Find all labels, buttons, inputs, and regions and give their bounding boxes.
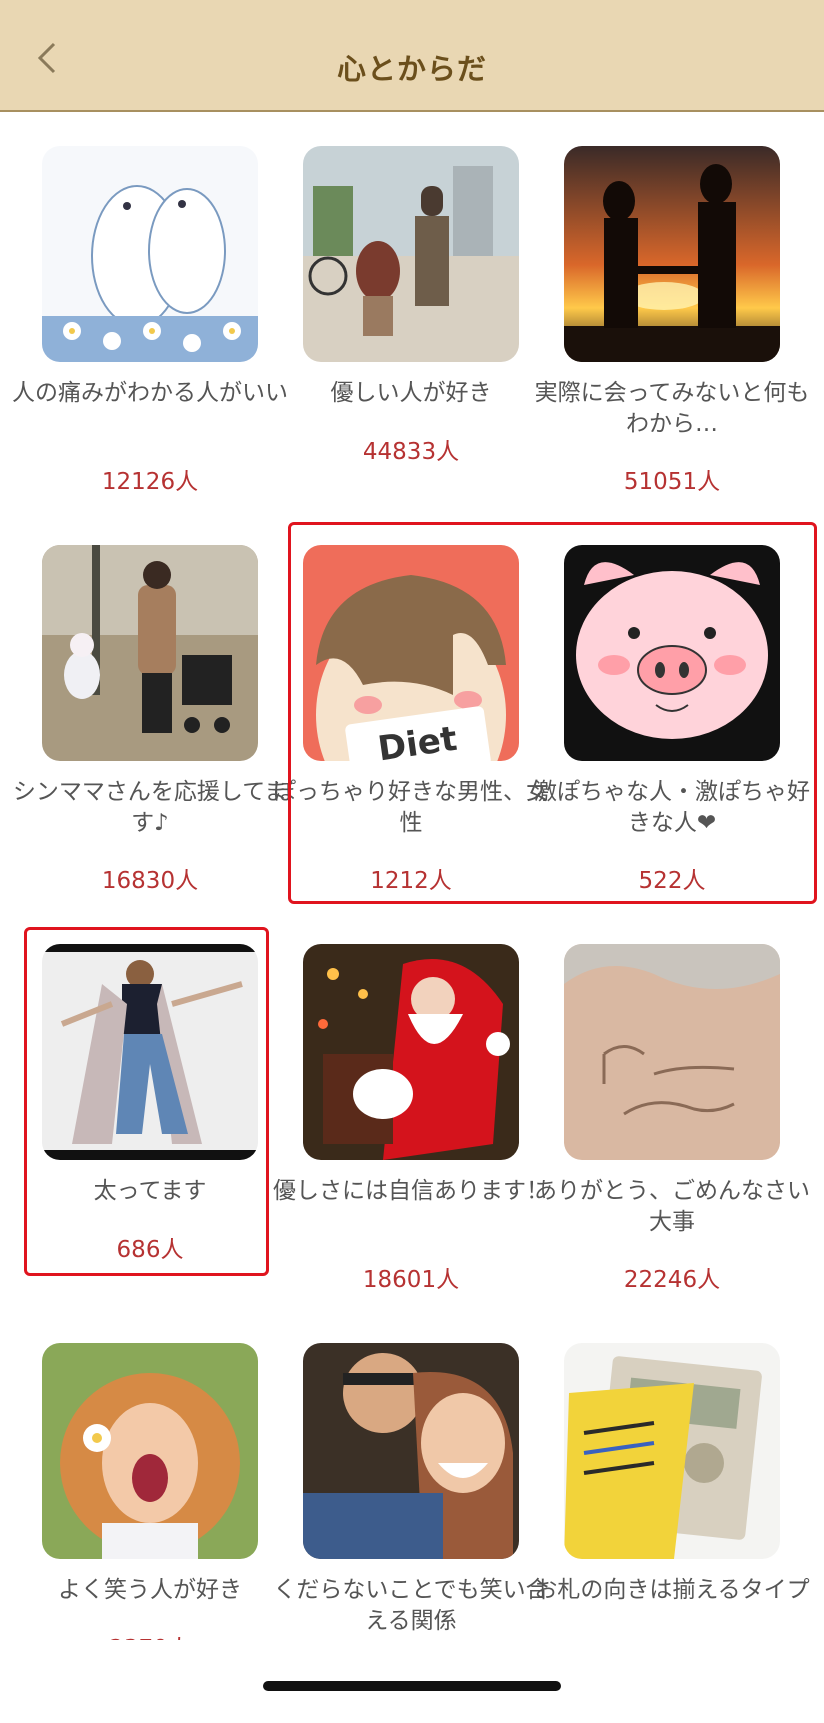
member-count: 12126人 bbox=[101, 469, 199, 495]
thumbnail-image bbox=[303, 944, 519, 1160]
community-name: ありがとう、ごめんなさい大事 bbox=[534, 1178, 810, 1235]
community-name: 優しさには自信あります！ bbox=[273, 1178, 549, 1204]
thumbnail-image bbox=[303, 1343, 519, 1559]
community-card[interactable]: シンママさんを応援してます♪ 16830人 bbox=[0, 545, 287, 925]
thumbnail-image bbox=[42, 146, 258, 362]
community-name: シンママさんを応援してます♪ bbox=[12, 779, 288, 836]
member-count: 18601人 bbox=[362, 1267, 460, 1293]
community-name: くだらないことでも笑い合える関係 bbox=[273, 1577, 549, 1634]
member-count: 44833人 bbox=[362, 439, 460, 465]
thumbnail-image bbox=[303, 146, 519, 362]
thumbnail-image bbox=[42, 1343, 258, 1559]
community-card[interactable]: ありがとう、ごめんなさい大事 22246人 bbox=[522, 944, 810, 1324]
thumbnail-image bbox=[564, 944, 780, 1160]
bottom-safe-area bbox=[0, 1640, 824, 1708]
community-card[interactable]: 人の痛みがわかる人がいい 12126人 bbox=[0, 146, 288, 526]
community-card[interactable]: 優しさには自信あります！ 18601人 bbox=[261, 944, 549, 1324]
community-name: 人の痛みがわかる人がいい bbox=[12, 380, 288, 406]
highlight-box bbox=[288, 522, 817, 904]
community-name: お札の向きは揃えるタイプ bbox=[534, 1577, 810, 1603]
highlight-box bbox=[24, 927, 269, 1276]
member-count: 22246人 bbox=[623, 1267, 721, 1293]
thumbnail-image bbox=[564, 1343, 780, 1559]
thumbnail-image bbox=[564, 146, 780, 362]
member-count: 16830人 bbox=[101, 868, 199, 894]
community-card[interactable]: 優しい人が好き 44833人 bbox=[261, 146, 521, 526]
community-card[interactable]: 実際に会ってみないと何もわから… 51051人 bbox=[522, 146, 809, 526]
community-name: よく笑う人が好き bbox=[58, 1577, 242, 1603]
home-indicator[interactable] bbox=[263, 1681, 561, 1691]
thumbnail-image bbox=[42, 545, 258, 761]
community-name: 実際に会ってみないと何もわから… bbox=[534, 380, 810, 437]
member-count: 51051人 bbox=[623, 469, 721, 495]
community-name: 優しい人が好き bbox=[330, 380, 492, 406]
